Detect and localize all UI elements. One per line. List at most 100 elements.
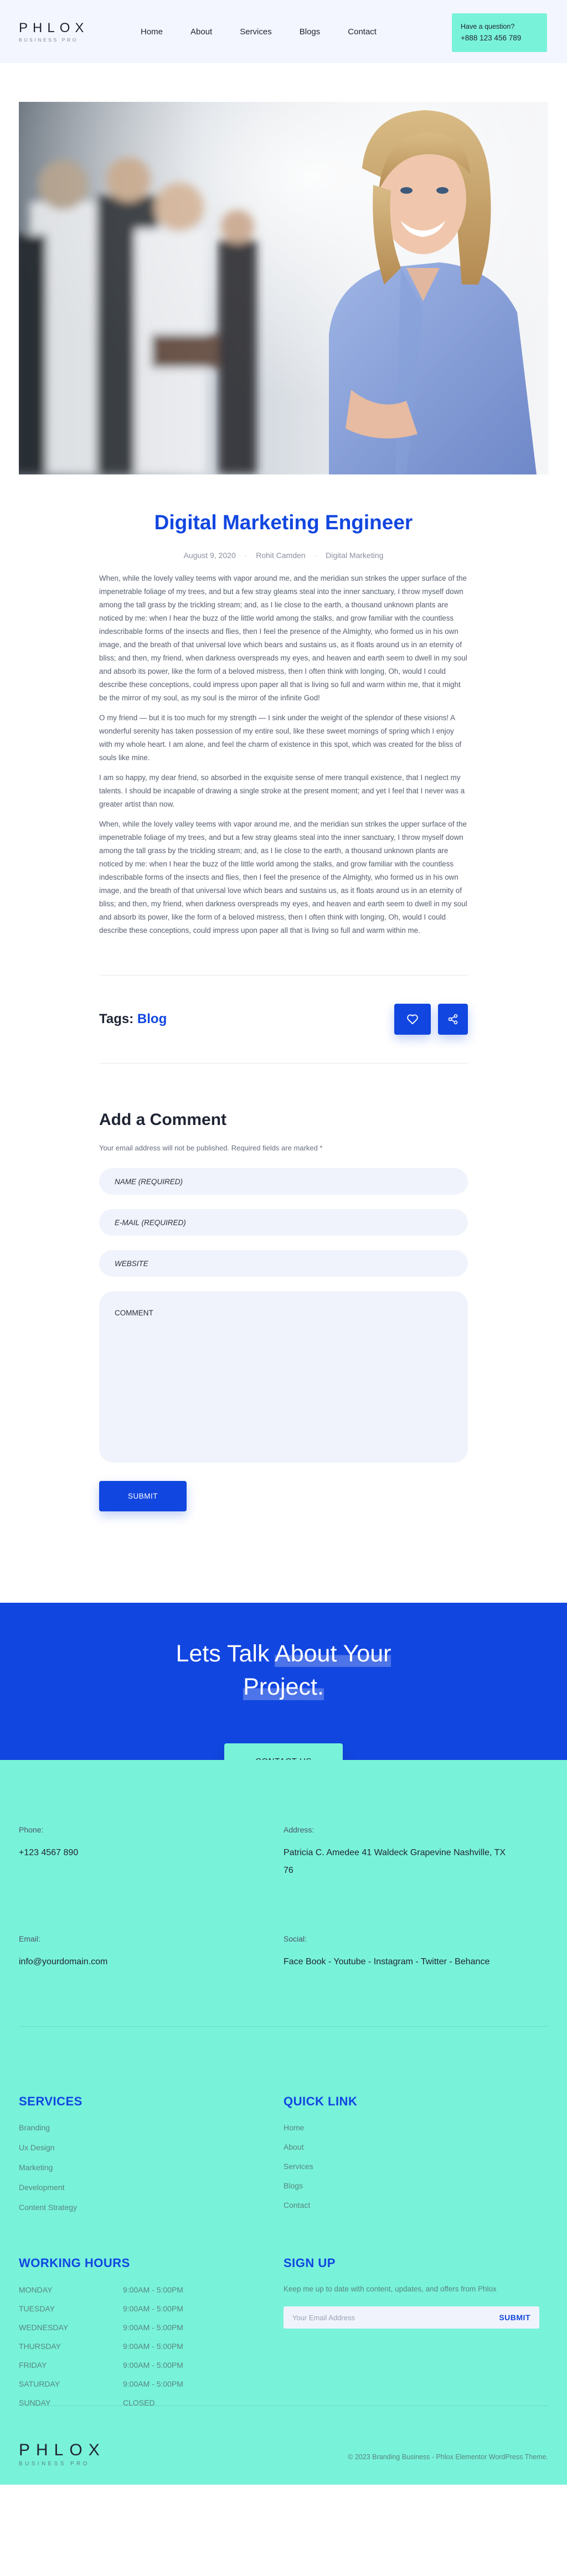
services-link[interactable]: Ux Design — [19, 2143, 284, 2152]
services-column: SERVICES Branding Ux Design Marketing De… — [19, 2094, 284, 2223]
share-button[interactable] — [438, 1004, 468, 1035]
footer-logo-wordmark: PHLOX — [19, 2441, 106, 2459]
post-paragraph: When, while the lovely valley teems with… — [99, 820, 467, 935]
social-label: Social: — [284, 1934, 307, 1943]
hours-day: SATURDAY — [19, 2379, 60, 2388]
comment-form: Add a Comment Your email address will no… — [99, 1111, 468, 1511]
footer-contact-row: Phone: +123 4567 890 Address: Patricia C… — [19, 1825, 548, 1880]
submit-comment-button[interactable]: SUBMIT — [99, 1481, 187, 1511]
social-links[interactable]: Face Book - Youtube - Instagram - Twitte… — [284, 1953, 548, 1971]
footer-links-row: SERVICES Branding Ux Design Marketing De… — [19, 2094, 548, 2223]
cta-title-highlight: About Your — [275, 1640, 391, 1667]
email-field[interactable]: E-MAIL (REQUIRED) — [99, 1209, 468, 1236]
comment-textarea[interactable]: COMMENT — [99, 1291, 468, 1463]
cta-banner: Lets Talk About Your Project. CONTACT US — [0, 1603, 567, 1779]
hours-row: SATURDAY 9:00AM - 5:00PM — [19, 2374, 284, 2393]
footer-bottom-divider — [19, 2405, 548, 2406]
quicklink-home[interactable]: Home — [284, 2123, 548, 2132]
tags-share-row: Tags: Blog — [99, 975, 468, 1063]
footer-divider — [19, 2026, 548, 2027]
meta-separator: · — [314, 551, 317, 560]
quicklink-contact[interactable]: Contact — [284, 2201, 548, 2210]
signup-heading: SIGN UP — [284, 2256, 336, 2270]
quicklink-about[interactable]: About — [284, 2143, 548, 2151]
hours-row: THURSDAY 9:00AM - 5:00PM — [19, 2337, 284, 2356]
nav-blogs[interactable]: Blogs — [300, 27, 321, 37]
nav-about[interactable]: About — [190, 27, 212, 37]
comment-title: Add a Comment — [99, 1111, 227, 1129]
phone-value[interactable]: +123 4567 890 — [19, 1844, 284, 1862]
site-logo[interactable]: PHLOX BUSINESS PRO — [19, 20, 91, 43]
quicklink-services[interactable]: Services — [284, 2162, 548, 2171]
post-paragraph: O my friend — but it is too much for my … — [99, 714, 462, 762]
main-nav: Home About Services Blogs Contact — [141, 27, 404, 37]
post-category[interactable]: Digital Marketing — [326, 551, 383, 560]
site-header: PHLOX BUSINESS PRO Home About Services B… — [0, 0, 567, 63]
featured-image — [19, 102, 548, 474]
hours-column: WORKING HOURS MONDAY 9:00AM - 5:00PM TUES… — [19, 2256, 284, 2412]
post-paragraph: I am so happy, my dear friend, so absorb… — [99, 773, 465, 808]
services-link[interactable]: Marketing — [19, 2163, 284, 2172]
comment-note: Your email address will not be published… — [99, 1144, 323, 1152]
hours-day: WEDNESDAY — [19, 2323, 69, 2332]
footer-hours-row: WORKING HOURS MONDAY 9:00AM - 5:00PM TUES… — [19, 2256, 548, 2412]
website-field[interactable]: WEBSITE — [99, 1250, 468, 1277]
signup-column: SIGN UP Keep me up to date with content,… — [284, 2256, 548, 2412]
signup-email-input[interactable]: Your Email Address — [292, 2314, 355, 2322]
signup-form: Your Email Address SUBMIT — [284, 2306, 539, 2329]
nav-services[interactable]: Services — [240, 27, 272, 37]
post-title: Digital Marketing Engineer — [154, 511, 413, 534]
like-button[interactable] — [394, 1004, 431, 1035]
hours-heading: WORKING HOURS — [19, 2256, 130, 2270]
divider — [99, 1063, 468, 1064]
name-field[interactable]: NAME (REQUIRED) — [99, 1168, 468, 1195]
footer-logo[interactable]: PHLOX BUSINESS PRO — [19, 2441, 106, 2467]
hours-time: 9:00AM - 5:00PM — [123, 2285, 183, 2294]
services-link[interactable]: Development — [19, 2183, 284, 2192]
logo-wordmark: PHLOX — [19, 20, 89, 35]
services-link[interactable]: Branding — [19, 2123, 284, 2132]
cta-title-highlight-2: Project. — [243, 1674, 324, 1700]
site-footer: Phone: +123 4567 890 Address: Patricia C… — [0, 1760, 567, 2485]
call-number: +888 123 456 789 — [461, 34, 522, 42]
hours-day: TUESDAY — [19, 2304, 55, 2313]
tags-label: Tags: — [99, 1011, 134, 1026]
quicklink-blogs[interactable]: Blogs — [284, 2181, 548, 2190]
featured-photo-illustration — [19, 102, 548, 474]
quicklink-heading: QUICK LINK — [284, 2094, 358, 2108]
hours-row: MONDAY 9:00AM - 5:00PM — [19, 2280, 284, 2299]
footer-contact-row-2: Email: info@yourdomain.com Social: Face … — [19, 1934, 548, 1971]
hours-day: FRIDAY — [19, 2361, 47, 2369]
signup-submit-button[interactable]: SUBMIT — [499, 2313, 530, 2322]
post-body: When, while the lovely valley teems with… — [99, 572, 468, 937]
heart-icon — [407, 1014, 418, 1025]
services-heading: SERVICES — [19, 2094, 83, 2108]
post-tags: Tags: Blog — [99, 1011, 167, 1027]
tag-link[interactable]: Blog — [137, 1011, 167, 1026]
post-author[interactable]: Rohit Camden — [256, 551, 306, 560]
phone-label: Phone: — [19, 1825, 44, 1834]
footer-bottom: PHLOX BUSINESS PRO © 2023 Branding Busin… — [19, 2405, 548, 2485]
hours-time: 9:00AM - 5:00PM — [123, 2304, 183, 2313]
address-value: Patricia C. Amedee 41 Waldeck Grapevine … — [284, 1848, 506, 1875]
address-label: Address: — [284, 1825, 315, 1834]
hours-time: 9:00AM - 5:00PM — [123, 2379, 183, 2388]
footer-logo-tagline: BUSINESS PRO — [19, 2461, 90, 2467]
hours-time: 9:00AM - 5:00PM — [123, 2361, 183, 2369]
hours-row: TUESDAY 9:00AM - 5:00PM — [19, 2299, 284, 2318]
quicklink-column: QUICK LINK Home About Services Blogs Con… — [284, 2094, 548, 2223]
signup-note: Keep me up to date with content, updates… — [284, 2285, 497, 2293]
copyright: © 2023 Branding Business - Phlox Element… — [348, 2453, 548, 2461]
nav-home[interactable]: Home — [141, 27, 163, 37]
share-icon — [448, 1014, 458, 1025]
hours-row: WEDNESDAY 9:00AM - 5:00PM — [19, 2318, 284, 2337]
call-box[interactable]: Have a question? +888 123 456 789 — [452, 13, 547, 52]
hours-time: 9:00AM - 5:00PM — [123, 2342, 183, 2351]
email-value[interactable]: info@yourdomain.com — [19, 1953, 284, 1971]
nav-contact[interactable]: Contact — [348, 27, 377, 37]
blog-post: Digital Marketing Engineer August 9, 202… — [99, 511, 468, 937]
hours-day: MONDAY — [19, 2285, 53, 2294]
services-link[interactable]: Content Strategy — [19, 2203, 284, 2212]
hours-day: THURSDAY — [19, 2342, 61, 2351]
post-actions — [394, 1004, 468, 1035]
